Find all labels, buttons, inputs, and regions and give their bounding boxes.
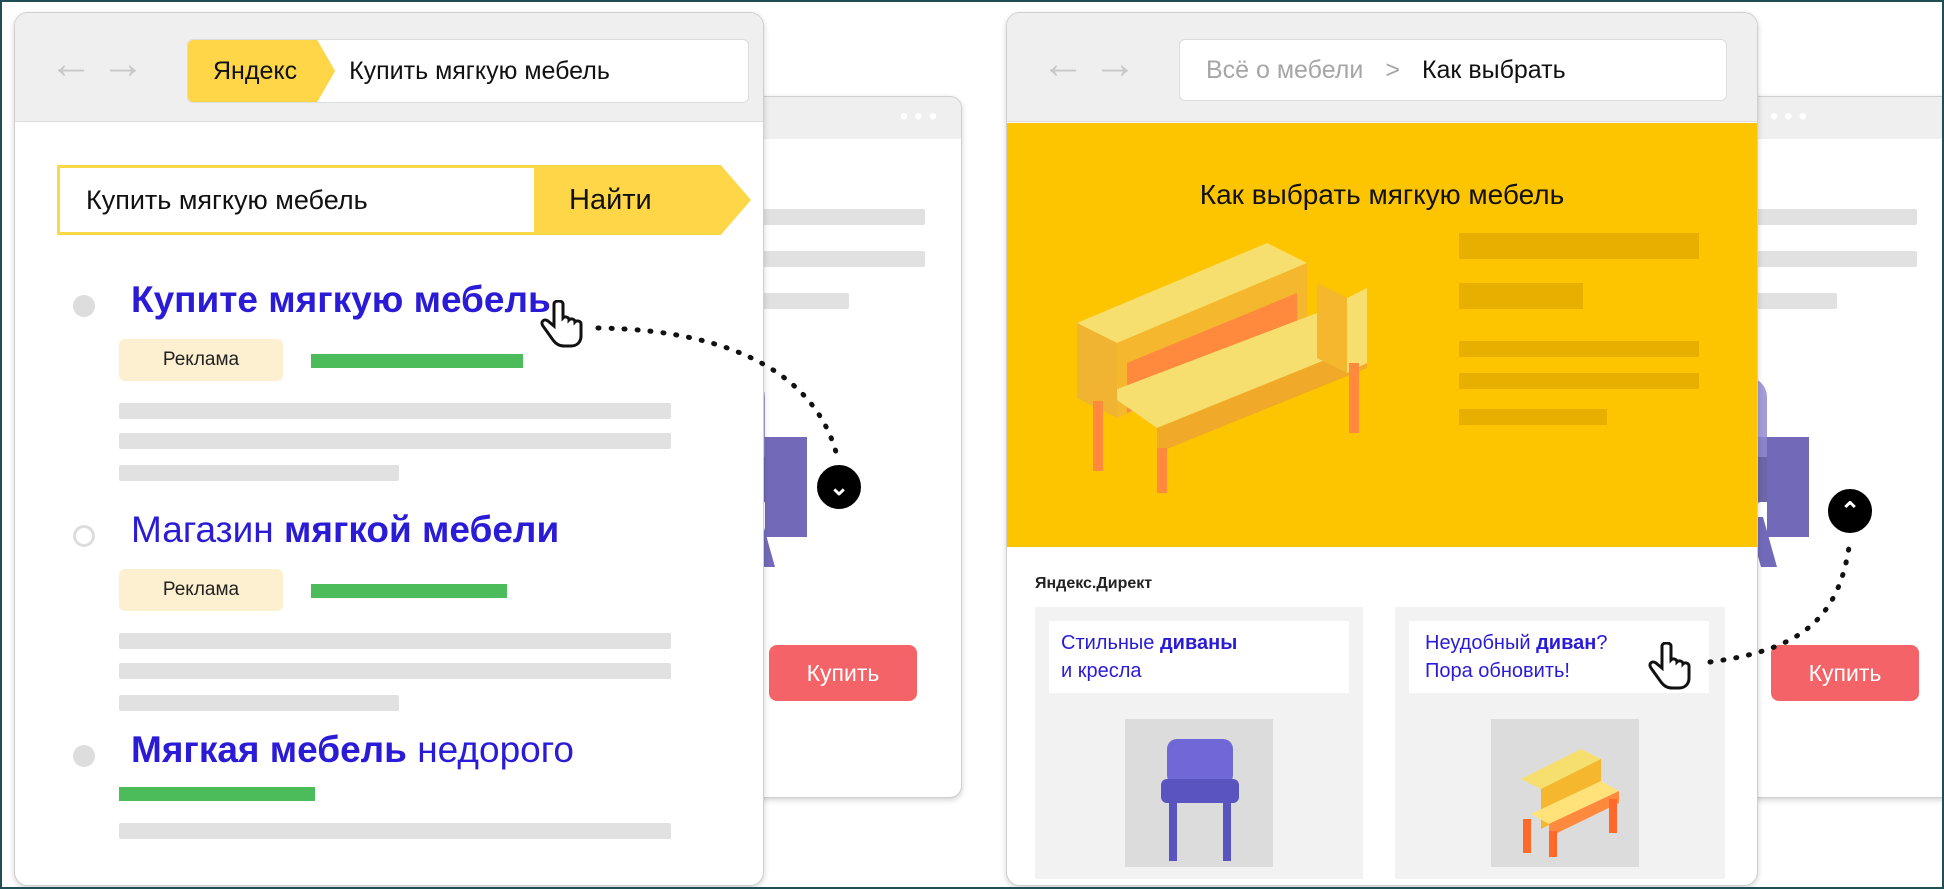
hand-cursor-icon (540, 300, 583, 348)
chevron-up-icon: ⌃ (1825, 486, 1875, 536)
hand-cursor-icon (1648, 642, 1691, 690)
flow-arrows-overlay (595, 325, 1853, 665)
chevron-down-icon: ⌄ (814, 462, 864, 512)
